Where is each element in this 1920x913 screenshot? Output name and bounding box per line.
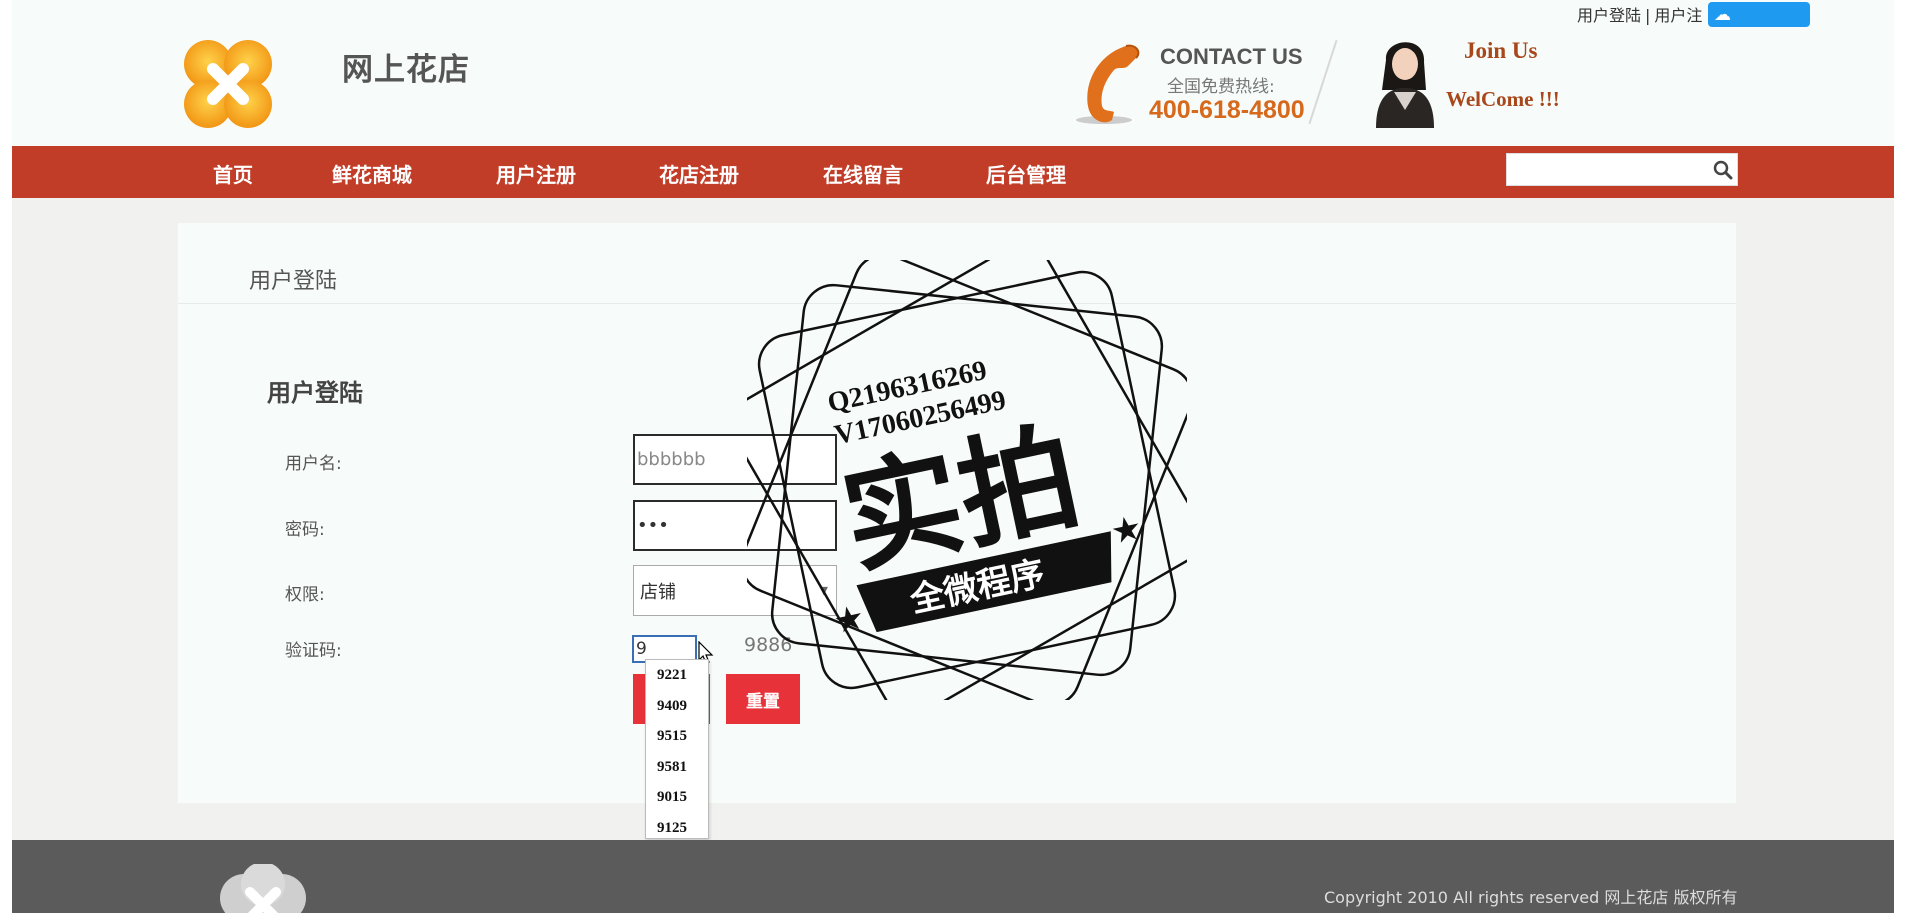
- form-title: 用户登陆: [267, 379, 363, 407]
- cloud-icon: ☁: [1714, 4, 1731, 25]
- autocomplete-option[interactable]: 9581: [646, 752, 708, 783]
- password-value: •••: [637, 515, 669, 536]
- nav-home[interactable]: 首页: [213, 159, 253, 188]
- star-icon: ★: [1110, 511, 1143, 549]
- username-label: 用户名:: [285, 454, 342, 474]
- cloud-badge[interactable]: ☁: [1708, 2, 1810, 27]
- search-icon[interactable]: [1713, 160, 1733, 180]
- header: 用户登陆 | 用户注 ☁ 网上花店 CONTACT US 全国免费热线: 400…: [12, 0, 1894, 146]
- site-logo: [184, 40, 272, 128]
- phone-icon: [1076, 44, 1140, 124]
- username-value: bbbbbb: [637, 449, 706, 470]
- hotline-number: 400-618-4800: [1149, 96, 1305, 124]
- search-input[interactable]: [1507, 154, 1702, 185]
- nav-admin[interactable]: 后台管理: [986, 159, 1066, 188]
- autocomplete-option[interactable]: 9515: [646, 721, 708, 752]
- welcome-text: WelCome !!!: [1446, 87, 1560, 111]
- captcha-value: 9: [636, 639, 647, 659]
- footer-logo: [220, 864, 306, 913]
- header-divider: [1308, 39, 1338, 125]
- main-nav: 首页 鲜花商城 用户注册 花店注册 在线留言 后台管理: [12, 146, 1894, 198]
- star-icon: ★: [832, 601, 865, 639]
- footer: Copyright 2010 All rights reserved 网上花店 …: [12, 840, 1894, 913]
- nav-flower-mall[interactable]: 鲜花商城: [332, 159, 412, 188]
- autocomplete-option[interactable]: 9221: [646, 660, 708, 691]
- page: 用户登陆 | 用户注 ☁ 网上花店 CONTACT US 全国免费热线: 400…: [12, 0, 1894, 913]
- site-name: 网上花店: [342, 52, 470, 88]
- login-link[interactable]: 用户登陆: [1577, 6, 1641, 25]
- service-avatar: [1376, 42, 1434, 128]
- watermark-stamp: Q2196316269 V17060256499 实拍 全微程序 ★ ★: [747, 260, 1187, 700]
- nav-user-register[interactable]: 用户注册: [496, 159, 576, 188]
- autocomplete-option[interactable]: 9015: [646, 782, 708, 813]
- top-links: 用户登陆 | 用户注: [1577, 2, 1702, 26]
- captcha-autocomplete: 9221 9409 9515 9581 9015 9125: [645, 659, 709, 839]
- role-value: 店铺: [640, 581, 676, 603]
- panel-title: 用户登陆: [249, 269, 338, 294]
- autocomplete-option[interactable]: 9125: [646, 813, 708, 844]
- nav-shop-register[interactable]: 花店注册: [659, 159, 739, 188]
- register-link[interactable]: 用户注: [1654, 6, 1702, 25]
- search-box: [1506, 153, 1738, 186]
- contact-title: CONTACT US: [1160, 44, 1303, 69]
- hotline-label: 全国免费热线:: [1167, 77, 1275, 97]
- link-separator: |: [1645, 6, 1651, 25]
- join-us-text: Join Us: [1464, 38, 1538, 63]
- captcha-label: 验证码:: [285, 641, 342, 661]
- role-label: 权限:: [285, 585, 325, 605]
- autocomplete-option[interactable]: 9409: [646, 691, 708, 722]
- copyright: Copyright 2010 All rights reserved 网上花店 …: [1324, 888, 1738, 907]
- nav-message[interactable]: 在线留言: [823, 159, 903, 188]
- password-label: 密码:: [285, 520, 325, 540]
